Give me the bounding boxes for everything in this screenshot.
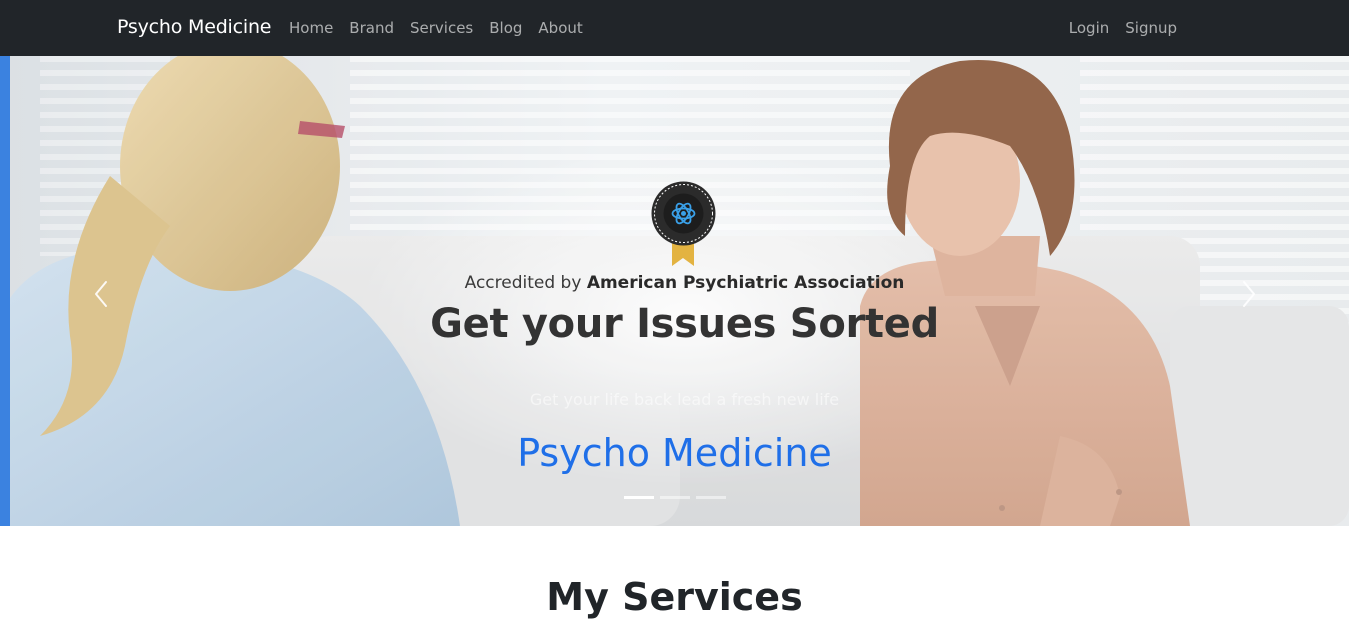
nav-link-blog[interactable]: Blog <box>489 19 522 37</box>
carousel-caption-title: Psycho Medicine <box>517 431 832 475</box>
services-section-title: My Services <box>546 575 803 619</box>
carousel-next-button[interactable] <box>1228 274 1268 314</box>
nav-link-login[interactable]: Login <box>1069 19 1109 37</box>
hero-carousel: Accredited by American Psychiatric Assoc… <box>0 56 1349 526</box>
accreditation-org: American Psychiatric Association <box>586 273 905 293</box>
accreditation-prefix: Accredited by <box>464 273 587 293</box>
nav-links-left: Home Brand Services Blog About <box>289 19 583 37</box>
navbar: Psycho Medicine Home Brand Services Blog… <box>0 0 1349 56</box>
hero-subtext: Get your life back lead a fresh new life <box>529 390 840 409</box>
carousel-indicator-3[interactable] <box>696 496 726 499</box>
nav-link-about[interactable]: About <box>538 19 582 37</box>
accreditation-badge-icon <box>651 181 716 266</box>
nav-link-services[interactable]: Services <box>410 19 473 37</box>
carousel-indicators <box>624 496 726 499</box>
nav-link-brand[interactable]: Brand <box>349 19 394 37</box>
accreditation-text: Accredited by American Psychiatric Assoc… <box>0 273 1349 293</box>
nav-links-right: Login Signup <box>1069 19 1177 37</box>
nav-link-signup[interactable]: Signup <box>1125 19 1177 37</box>
navbar-brand[interactable]: Psycho Medicine <box>117 16 272 38</box>
chevron-right-icon <box>1243 281 1255 307</box>
chevron-left-icon <box>95 281 107 307</box>
carousel-indicator-1[interactable] <box>624 496 654 499</box>
carousel-prev-button[interactable] <box>82 274 122 314</box>
carousel-indicator-2[interactable] <box>660 496 690 499</box>
nav-link-home[interactable]: Home <box>289 19 333 37</box>
hero-headline: Get your Issues Sorted <box>430 301 939 347</box>
